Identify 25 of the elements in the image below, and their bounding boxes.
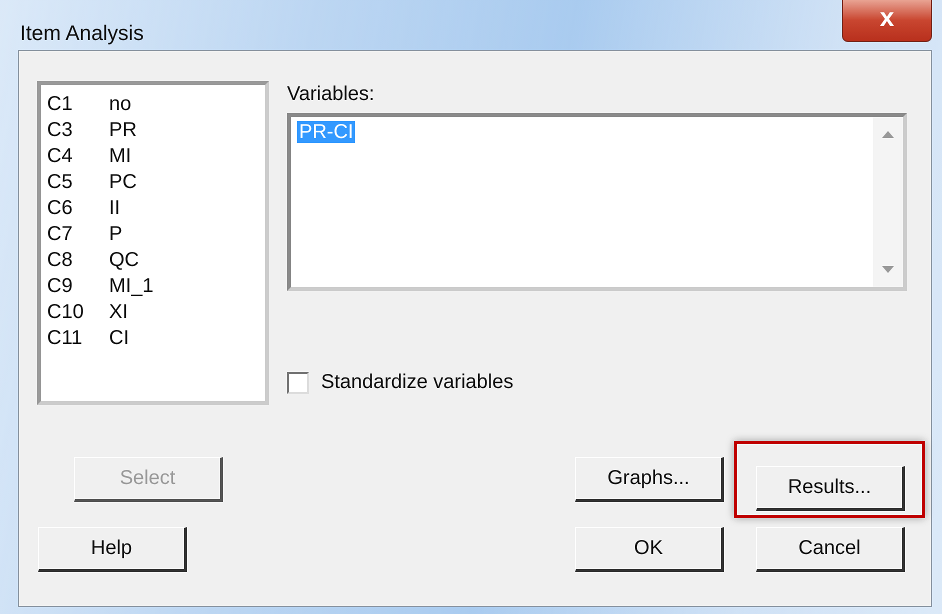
help-button[interactable]: Help	[38, 527, 187, 572]
list-item[interactable]: C6 II	[47, 195, 259, 221]
list-item[interactable]: C1 no	[47, 91, 259, 117]
variables-label: Variables:	[287, 83, 374, 107]
close-button[interactable]: x	[842, 0, 932, 42]
list-item[interactable]: C9 MI_1	[47, 273, 259, 299]
checkbox[interactable]	[287, 372, 309, 394]
list-item[interactable]: C7 P	[47, 221, 259, 247]
cancel-button[interactable]: Cancel	[756, 527, 905, 572]
list-item[interactable]: C3 PR	[47, 117, 259, 143]
list-item[interactable]: C4 MI	[47, 143, 259, 169]
results-button[interactable]: Results...	[756, 466, 905, 510]
scroll-up-icon[interactable]	[882, 131, 894, 138]
checkbox-label[interactable]: Standardize variables	[321, 371, 514, 394]
ok-button[interactable]: OK	[575, 527, 724, 572]
columns-list[interactable]: C1 no C3 PR C4 MI C5 PC C6 II C7 P C8 QC C9 MI_1 C10 XI C11 CI	[37, 81, 269, 405]
graphs-button[interactable]: Graphs...	[575, 456, 724, 502]
list-item[interactable]: C10 XI	[47, 299, 259, 325]
scrollbar[interactable]	[873, 117, 903, 287]
list-item[interactable]: C5 PC	[47, 169, 259, 195]
list-item[interactable]: C11 CI	[47, 325, 259, 351]
scroll-down-icon[interactable]	[882, 266, 894, 273]
variables-value: PR-CI	[297, 121, 356, 143]
list-item[interactable]: C8 QC	[47, 247, 259, 273]
window-title: Item Analysis	[20, 22, 144, 46]
